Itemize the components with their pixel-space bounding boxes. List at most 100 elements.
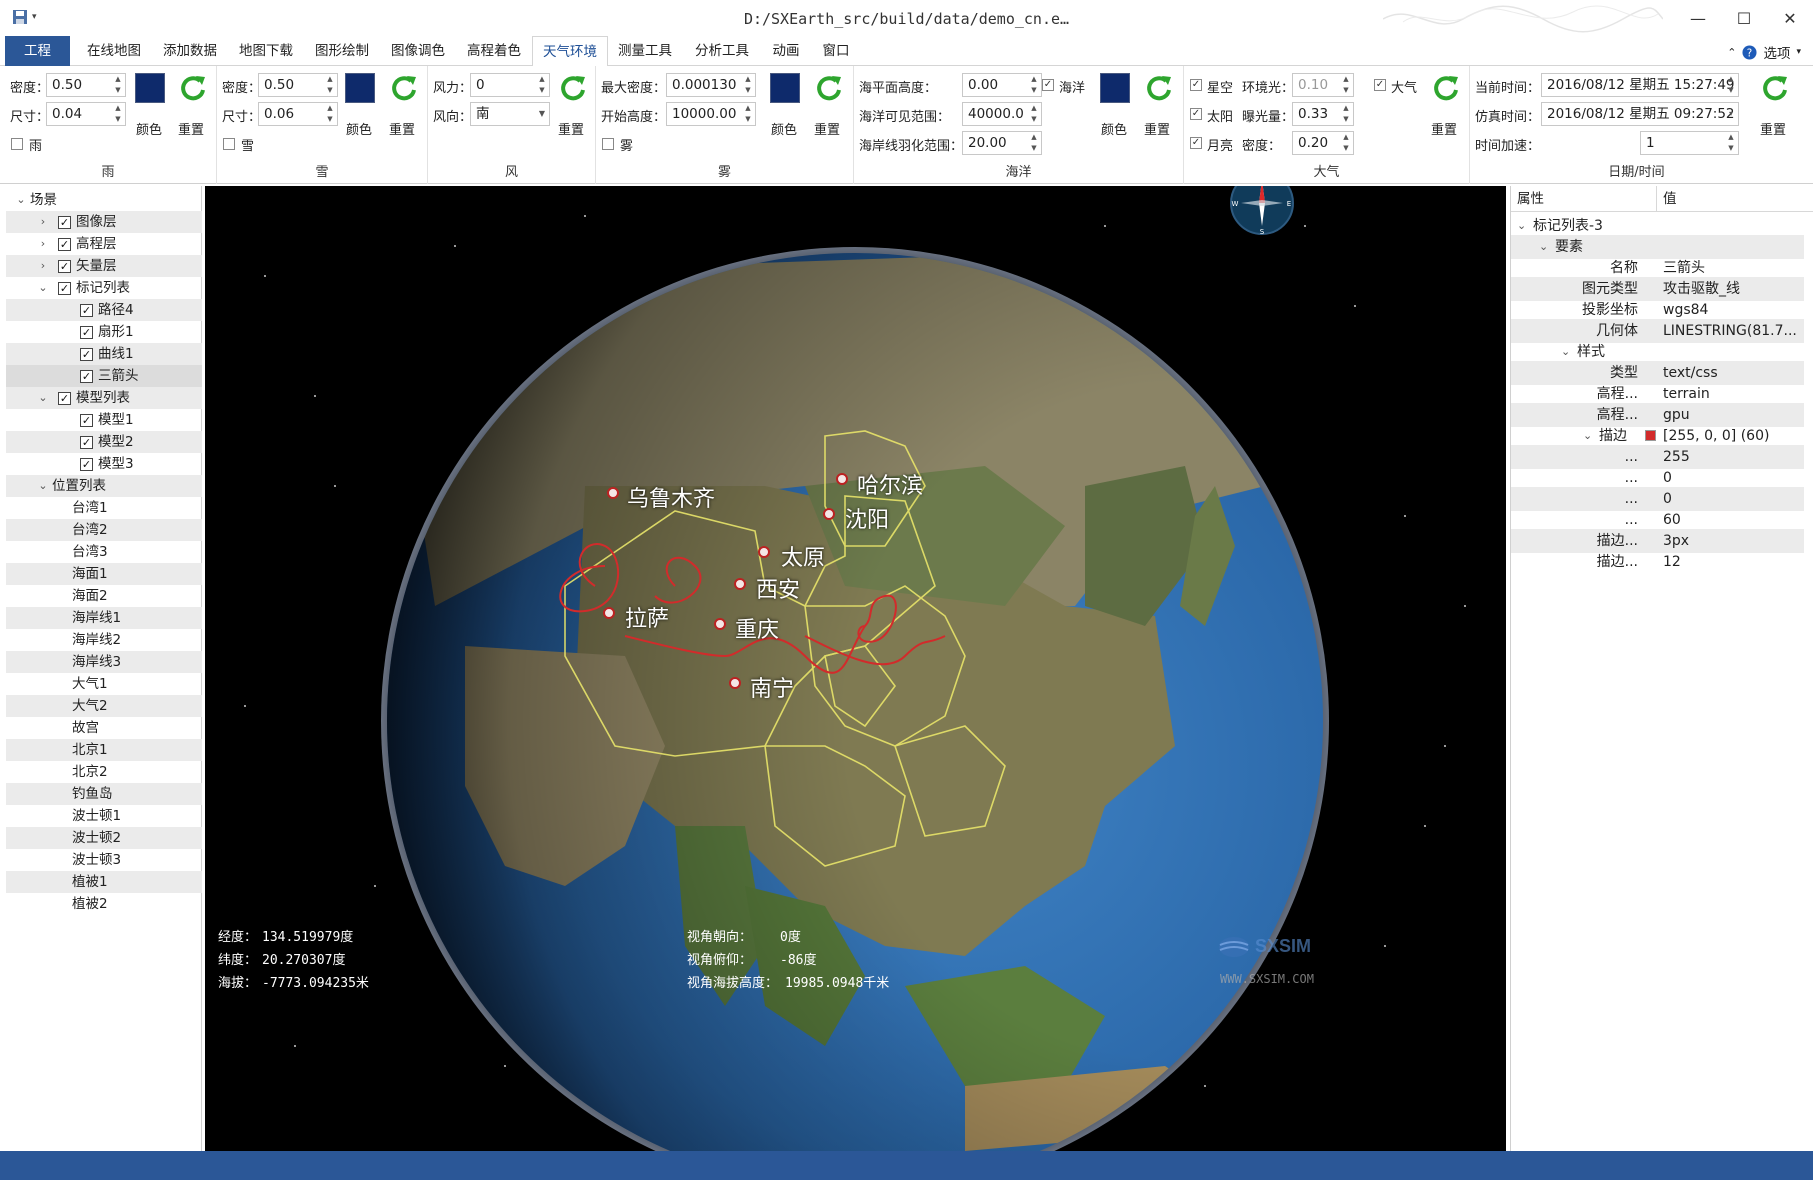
moon-checkbox[interactable]: ✓ bbox=[1190, 137, 1202, 149]
tab-drawing[interactable]: 图形绘制 bbox=[308, 36, 376, 66]
tree-item[interactable]: 海岸线3 bbox=[6, 651, 202, 673]
tree-item[interactable]: 北京2 bbox=[6, 761, 202, 783]
tree-item[interactable]: 故宫 bbox=[6, 717, 202, 739]
tree-item[interactable]: › ✓ 图像层 bbox=[6, 211, 202, 233]
tab-map-download[interactable]: 地图下载 bbox=[232, 36, 300, 66]
exposure-input[interactable]: 0.33 ▲ ▼ bbox=[1292, 102, 1354, 126]
sun-checkbox[interactable]: ✓ bbox=[1190, 108, 1202, 120]
options-dropdown-icon[interactable]: ▾ bbox=[1796, 47, 1801, 57]
property-row[interactable]: 描边... 12 bbox=[1511, 550, 1804, 574]
tree-item[interactable]: ⌄ 位置列表 bbox=[6, 475, 202, 497]
fog-color-swatch[interactable] bbox=[770, 73, 800, 103]
refresh-icon[interactable] bbox=[1760, 73, 1790, 103]
spin-arrows-icon[interactable]: ▲ ▼ bbox=[1027, 74, 1041, 96]
tree-item[interactable]: 海面2 bbox=[6, 585, 202, 607]
chevron-right-icon[interactable]: › bbox=[36, 233, 50, 255]
tree-item[interactable]: › ✓ 矢量层 bbox=[6, 255, 202, 277]
spin-arrows-icon[interactable]: ▲ ▼ bbox=[323, 103, 337, 125]
fog-start-input[interactable]: 10000.00 ▲ ▼ bbox=[666, 102, 756, 126]
tree-item[interactable]: 北京1 bbox=[6, 739, 202, 761]
maximize-button[interactable]: ☐ bbox=[1721, 0, 1767, 36]
spin-arrows-icon[interactable]: ▲ ▼ bbox=[1339, 132, 1353, 154]
spin-arrows-icon[interactable]: ▲ ▼ bbox=[741, 74, 755, 96]
tree-item[interactable]: ⌄ 场景 bbox=[6, 189, 202, 211]
globe-scene[interactable] bbox=[205, 186, 1506, 1151]
minimize-button[interactable]: — bbox=[1675, 0, 1721, 36]
tree-item[interactable]: 海面1 bbox=[6, 563, 202, 585]
spin-arrows-icon[interactable]: ▲ ▼ bbox=[1339, 74, 1353, 96]
options-menu[interactable]: 选项 bbox=[1763, 42, 1790, 62]
help-icon[interactable]: ? bbox=[1742, 44, 1757, 60]
tree-checkbox[interactable]: ✓ bbox=[80, 458, 93, 471]
spin-arrows-icon[interactable]: ▲ ▼ bbox=[1027, 103, 1041, 125]
fog-toggle-checkbox[interactable] bbox=[602, 138, 614, 150]
snow-toggle-checkbox[interactable] bbox=[223, 138, 235, 150]
snow-density-input[interactable]: 0.50 ▲ ▼ bbox=[258, 73, 338, 97]
refresh-icon[interactable] bbox=[178, 73, 208, 103]
spin-arrows-icon[interactable]: ▲ ▼ bbox=[535, 74, 549, 96]
tree-item[interactable]: 台湾2 bbox=[6, 519, 202, 541]
spin-arrows-icon[interactable]: ▲ ▼ bbox=[323, 74, 337, 96]
tree-item[interactable]: ⌄ ✓ 模型列表 bbox=[6, 387, 202, 409]
tab-analysis[interactable]: 分析工具 bbox=[688, 36, 756, 66]
spin-arrows-icon[interactable]: ▲ ▼ bbox=[1339, 103, 1353, 125]
tree-item[interactable]: 台湾1 bbox=[6, 497, 202, 519]
tab-window[interactable]: 窗口 bbox=[814, 36, 858, 66]
tree-checkbox[interactable]: ✓ bbox=[80, 414, 93, 427]
globe-viewport[interactable]: N S E W 乌鲁木齐 哈尔滨 沈阳 太原 西安 拉萨 重庆 南宁 经度： 1… bbox=[205, 186, 1506, 1151]
spin-arrows-icon[interactable]: ▲ ▼ bbox=[111, 74, 125, 96]
property-value[interactable]: 12 bbox=[1663, 550, 1681, 574]
tab-weather[interactable]: 天气环境 bbox=[532, 36, 608, 67]
refresh-icon[interactable] bbox=[1144, 73, 1174, 103]
ocean-sea-level-input[interactable]: 0.00 ▲ ▼ bbox=[962, 73, 1042, 97]
tree-item[interactable]: 植被1 bbox=[6, 871, 202, 893]
tree-item[interactable]: 大气2 bbox=[6, 695, 202, 717]
spin-arrows-icon[interactable]: ▲ ▼ bbox=[1724, 132, 1738, 154]
chevron-down-icon[interactable]: ⌄ bbox=[36, 277, 50, 299]
chevron-down-icon[interactable]: ▼ bbox=[535, 103, 549, 125]
wind-force-input[interactable]: 0 ▲ ▼ bbox=[470, 73, 550, 97]
current-time-input[interactable]: 2016/08/12 星期五 15:27:49 ▲ ▼ bbox=[1541, 73, 1739, 97]
refresh-icon[interactable] bbox=[1431, 73, 1461, 103]
snow-size-input[interactable]: 0.06 ▲ ▼ bbox=[258, 102, 338, 126]
ocean-feather-input[interactable]: 20.00 ▲ ▼ bbox=[962, 131, 1042, 155]
collapse-ribbon-icon[interactable]: ⌃ bbox=[1727, 46, 1736, 59]
tab-measure[interactable]: 测量工具 bbox=[611, 36, 679, 66]
spin-arrows-icon[interactable]: ▲ ▼ bbox=[1027, 132, 1041, 154]
tab-project[interactable]: 工程 bbox=[5, 36, 70, 66]
tree-checkbox[interactable]: ✓ bbox=[80, 304, 93, 317]
tree-checkbox[interactable]: ✓ bbox=[58, 260, 71, 273]
tree-item[interactable]: ✓ 扇形1 bbox=[6, 321, 202, 343]
chevron-down-icon[interactable]: ▾ bbox=[1724, 103, 1738, 125]
tree-item[interactable]: 台湾3 bbox=[6, 541, 202, 563]
spin-arrows-icon[interactable]: ▲ ▼ bbox=[111, 103, 125, 125]
tree-checkbox[interactable]: ✓ bbox=[80, 326, 93, 339]
snow-color-swatch[interactable] bbox=[345, 73, 375, 103]
tree-item[interactable]: 大气1 bbox=[6, 673, 202, 695]
refresh-icon[interactable] bbox=[558, 73, 588, 103]
wind-dir-select[interactable]: 南 ▼ bbox=[470, 102, 550, 126]
tab-image-color[interactable]: 图像调色 bbox=[384, 36, 452, 66]
chevron-right-icon[interactable]: › bbox=[36, 255, 50, 277]
atmo-checkbox[interactable]: ✓ bbox=[1374, 79, 1386, 91]
tree-checkbox[interactable]: ✓ bbox=[80, 370, 93, 383]
refresh-icon[interactable] bbox=[814, 73, 844, 103]
sim-time-input[interactable]: 2016/08/12 星期五 09:27:52 ▾ bbox=[1541, 102, 1739, 126]
close-button[interactable]: ✕ bbox=[1767, 0, 1813, 36]
tree-item[interactable]: › ✓ 高程层 bbox=[6, 233, 202, 255]
rain-color-swatch[interactable] bbox=[135, 73, 165, 103]
tree-item[interactable]: 海岸线2 bbox=[6, 629, 202, 651]
tree-item[interactable]: ✓ 模型2 bbox=[6, 431, 202, 453]
tree-item[interactable]: ✓ 路径4 bbox=[6, 299, 202, 321]
spin-arrows-icon[interactable]: ▲ ▼ bbox=[741, 103, 755, 125]
tree-item[interactable]: ⌄ ✓ 标记列表 bbox=[6, 277, 202, 299]
spin-arrows-icon[interactable]: ▲ ▼ bbox=[1724, 74, 1738, 96]
tree-item[interactable]: 钓鱼岛 bbox=[6, 783, 202, 805]
tree-item[interactable]: ✓ 模型1 bbox=[6, 409, 202, 431]
tree-checkbox[interactable]: ✓ bbox=[58, 282, 71, 295]
tab-online-map[interactable]: 在线地图 bbox=[80, 36, 148, 66]
tree-item[interactable]: ✓ 模型3 bbox=[6, 453, 202, 475]
tree-item[interactable]: ✓ 三箭头 bbox=[6, 365, 202, 387]
stroke-color-swatch[interactable] bbox=[1645, 430, 1656, 441]
tab-elevation-color[interactable]: 高程着色 bbox=[460, 36, 528, 66]
